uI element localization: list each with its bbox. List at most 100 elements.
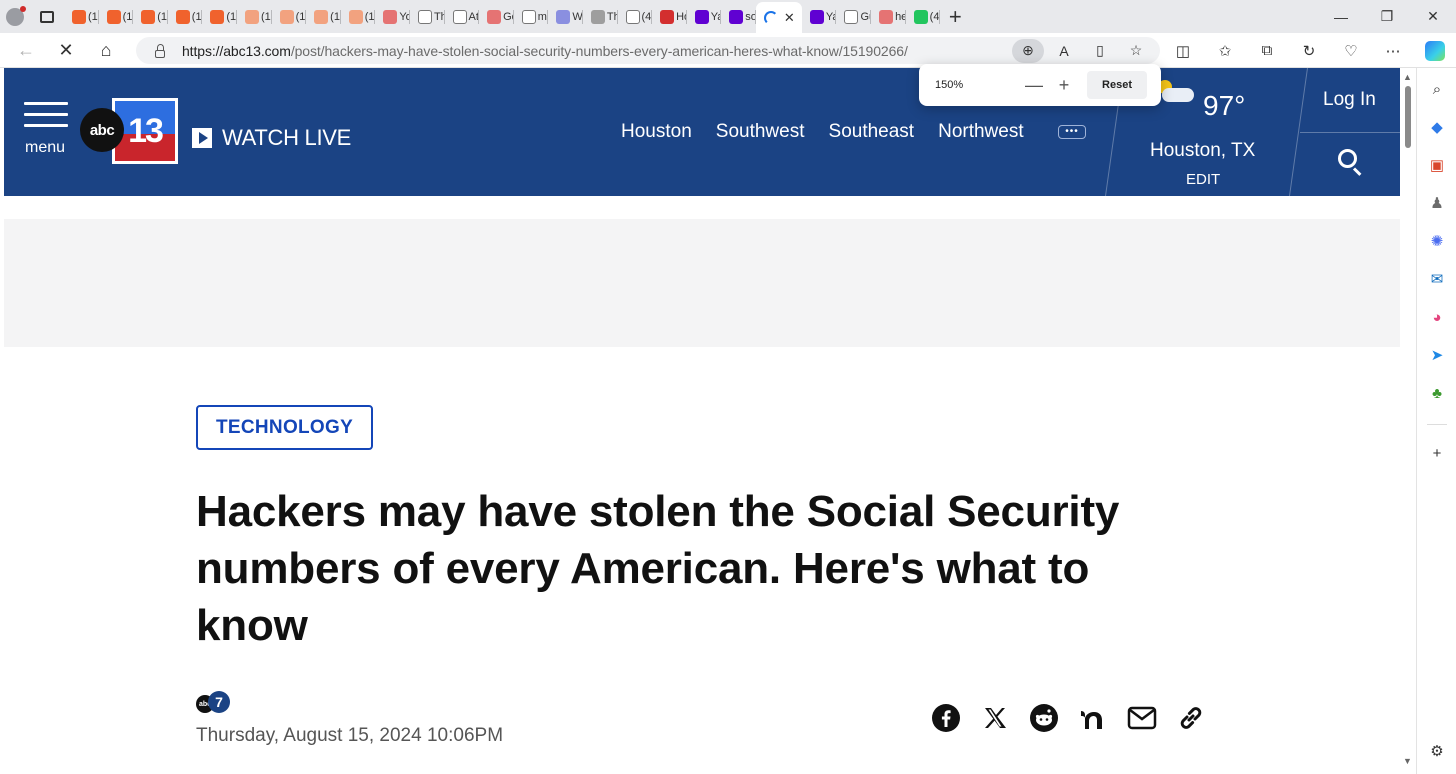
page-viewport: menu abc 13 WATCH LIVE Houston Southwest S… bbox=[0, 68, 1400, 774]
sidebar-shopping-icon[interactable]: ◆ bbox=[1426, 116, 1448, 138]
tab[interactable]: (1( bbox=[99, 0, 133, 33]
facebook-share-button[interactable] bbox=[930, 702, 961, 733]
browser-tabstrip: (1((1((1((1((1((1((1((1((1(Yo Th At Go m W Th (… bbox=[0, 0, 1456, 33]
favorites-icon[interactable]: ✩ bbox=[1204, 33, 1246, 68]
category-tag[interactable]: TECHNOLOGY bbox=[196, 405, 374, 450]
nextdoor-share-button[interactable] bbox=[1077, 702, 1108, 733]
split-screen-icon[interactable]: ◫ bbox=[1162, 33, 1204, 68]
browser-toolbar: ← ✕ ⌂ https://abc13.com/post/hackers-may… bbox=[0, 33, 1456, 68]
url-text[interactable]: https://abc13.com/post/hackers-may-have-… bbox=[182, 43, 908, 59]
copy-link-button[interactable] bbox=[1175, 702, 1206, 733]
tab[interactable]: so bbox=[721, 0, 756, 33]
tab[interactable]: Yo bbox=[375, 0, 410, 33]
tab[interactable]: (1( bbox=[168, 0, 202, 33]
settings-more-icon[interactable]: ⋯ bbox=[1372, 33, 1414, 68]
region-nav: Houston Southwest Southeast Northwest bbox=[621, 121, 1024, 143]
tab[interactable]: Ya bbox=[802, 0, 836, 33]
login-link[interactable]: Log In bbox=[1323, 89, 1376, 111]
tab-active[interactable]: ✕ bbox=[755, 2, 802, 33]
tab[interactable]: (1( bbox=[133, 0, 168, 33]
favorite-star-icon[interactable]: ☆ bbox=[1120, 39, 1152, 63]
close-window-button[interactable]: ✕ bbox=[1410, 0, 1456, 33]
profile-avatar-button[interactable] bbox=[0, 0, 30, 33]
region-link[interactable]: Southwest bbox=[716, 121, 805, 143]
sidebar-send-icon[interactable]: ➤ bbox=[1426, 344, 1448, 366]
minimize-button[interactable]: — bbox=[1318, 0, 1364, 33]
share-bar bbox=[930, 702, 1206, 733]
tab[interactable]: W bbox=[548, 0, 583, 33]
tab[interactable]: (4 bbox=[618, 0, 653, 33]
more-regions-button[interactable]: ••• bbox=[1058, 125, 1086, 139]
tab[interactable]: (1( bbox=[341, 0, 375, 33]
region-link[interactable]: Houston bbox=[621, 121, 692, 143]
page-scrollbar[interactable]: ▲ ▼ bbox=[1400, 68, 1416, 774]
zoom-icon[interactable]: ⊕ bbox=[1012, 38, 1044, 63]
sidebar-settings-icon[interactable]: ⚙ bbox=[1426, 740, 1448, 762]
tab[interactable]: (1( bbox=[306, 0, 341, 33]
weather-edit-link[interactable]: EDIT bbox=[1186, 171, 1220, 188]
tab-favicon-icon bbox=[660, 9, 675, 24]
tab[interactable]: Go bbox=[479, 0, 514, 33]
tab[interactable]: he bbox=[871, 0, 906, 33]
read-aloud-icon[interactable]: A bbox=[1048, 39, 1080, 63]
x-share-button[interactable] bbox=[979, 702, 1010, 733]
tab-actions-icon bbox=[40, 10, 54, 23]
weather-temperature[interactable]: 97° bbox=[1203, 90, 1245, 122]
region-link[interactable]: Southeast bbox=[829, 121, 915, 143]
zoom-in-button[interactable]: + bbox=[1049, 75, 1079, 96]
watch-live-link[interactable]: WATCH LIVE bbox=[192, 125, 351, 151]
tab[interactable]: m bbox=[514, 0, 549, 33]
scrollbar-thumb[interactable] bbox=[1405, 86, 1411, 148]
zoom-out-button[interactable]: — bbox=[1019, 75, 1049, 96]
mail-icon bbox=[1127, 706, 1156, 729]
immersive-reader-icon[interactable]: ▯ bbox=[1084, 39, 1116, 63]
search-icon[interactable] bbox=[1338, 149, 1362, 176]
site-info-lock-icon[interactable] bbox=[148, 37, 172, 64]
tab[interactable]: Ya bbox=[687, 0, 721, 33]
browser-essentials-icon[interactable]: ♡ bbox=[1330, 33, 1372, 68]
sidebar-search-icon[interactable]: ⌕ bbox=[1426, 78, 1448, 100]
copilot-button[interactable] bbox=[1414, 33, 1456, 68]
tab[interactable]: (4 bbox=[906, 0, 941, 33]
tab[interactable]: (1( bbox=[237, 0, 272, 33]
sidebar-designer-icon[interactable]: ◕ bbox=[1426, 306, 1448, 328]
home-button[interactable]: ⌂ bbox=[86, 33, 126, 68]
tab[interactable]: Gu bbox=[836, 0, 871, 33]
zoom-reset-button[interactable]: Reset bbox=[1087, 71, 1147, 99]
tab[interactable]: At bbox=[445, 0, 480, 33]
scroll-down-arrow-icon[interactable]: ▼ bbox=[1403, 756, 1412, 766]
tab-favicon-icon bbox=[625, 9, 640, 24]
sidebar-tree-icon[interactable]: ♣ bbox=[1426, 382, 1448, 404]
scroll-up-arrow-icon[interactable]: ▲ bbox=[1403, 72, 1412, 82]
sidebar-outlook-icon[interactable]: ✉ bbox=[1426, 268, 1448, 290]
sidebar-copilot-icon[interactable]: ✺ bbox=[1426, 230, 1448, 252]
abc13-logo[interactable]: abc 13 bbox=[80, 98, 180, 164]
address-bar[interactable]: https://abc13.com/post/hackers-may-have-… bbox=[136, 37, 1160, 64]
tab-title: (1( bbox=[260, 10, 272, 23]
sidebar-games-icon[interactable]: ♟ bbox=[1426, 192, 1448, 214]
history-icon[interactable]: ↻ bbox=[1288, 33, 1330, 68]
tab[interactable]: Ho bbox=[652, 0, 687, 33]
tab[interactable]: Th bbox=[410, 0, 445, 33]
back-button[interactable]: ← bbox=[6, 33, 46, 68]
menu-label[interactable]: menu bbox=[25, 139, 65, 157]
tab[interactable]: Th bbox=[583, 0, 618, 33]
tab[interactable]: (1( bbox=[272, 0, 306, 33]
tab-title: Gu bbox=[860, 10, 871, 23]
stop-loading-button[interactable]: ✕ bbox=[46, 33, 86, 68]
email-share-button[interactable] bbox=[1126, 702, 1157, 733]
tab-favicon-icon bbox=[141, 9, 156, 24]
tab-close-icon[interactable]: ✕ bbox=[784, 10, 795, 26]
weather-location[interactable]: Houston, TX bbox=[1150, 140, 1255, 162]
tab-actions-menu-button[interactable] bbox=[30, 0, 64, 33]
tab[interactable]: (1( bbox=[64, 0, 99, 33]
hamburger-menu-icon[interactable] bbox=[24, 102, 68, 135]
collections-icon[interactable]: ⧉ bbox=[1246, 33, 1288, 68]
sidebar-tools-icon[interactable]: ▣ bbox=[1426, 154, 1448, 176]
sidebar-add-icon[interactable]: + bbox=[1426, 442, 1448, 464]
restore-button[interactable]: ❐ bbox=[1364, 0, 1410, 33]
region-link[interactable]: Northwest bbox=[938, 121, 1024, 143]
new-tab-button[interactable]: + bbox=[940, 0, 970, 33]
reddit-share-button[interactable] bbox=[1028, 702, 1059, 733]
tab[interactable]: (1( bbox=[202, 0, 237, 33]
